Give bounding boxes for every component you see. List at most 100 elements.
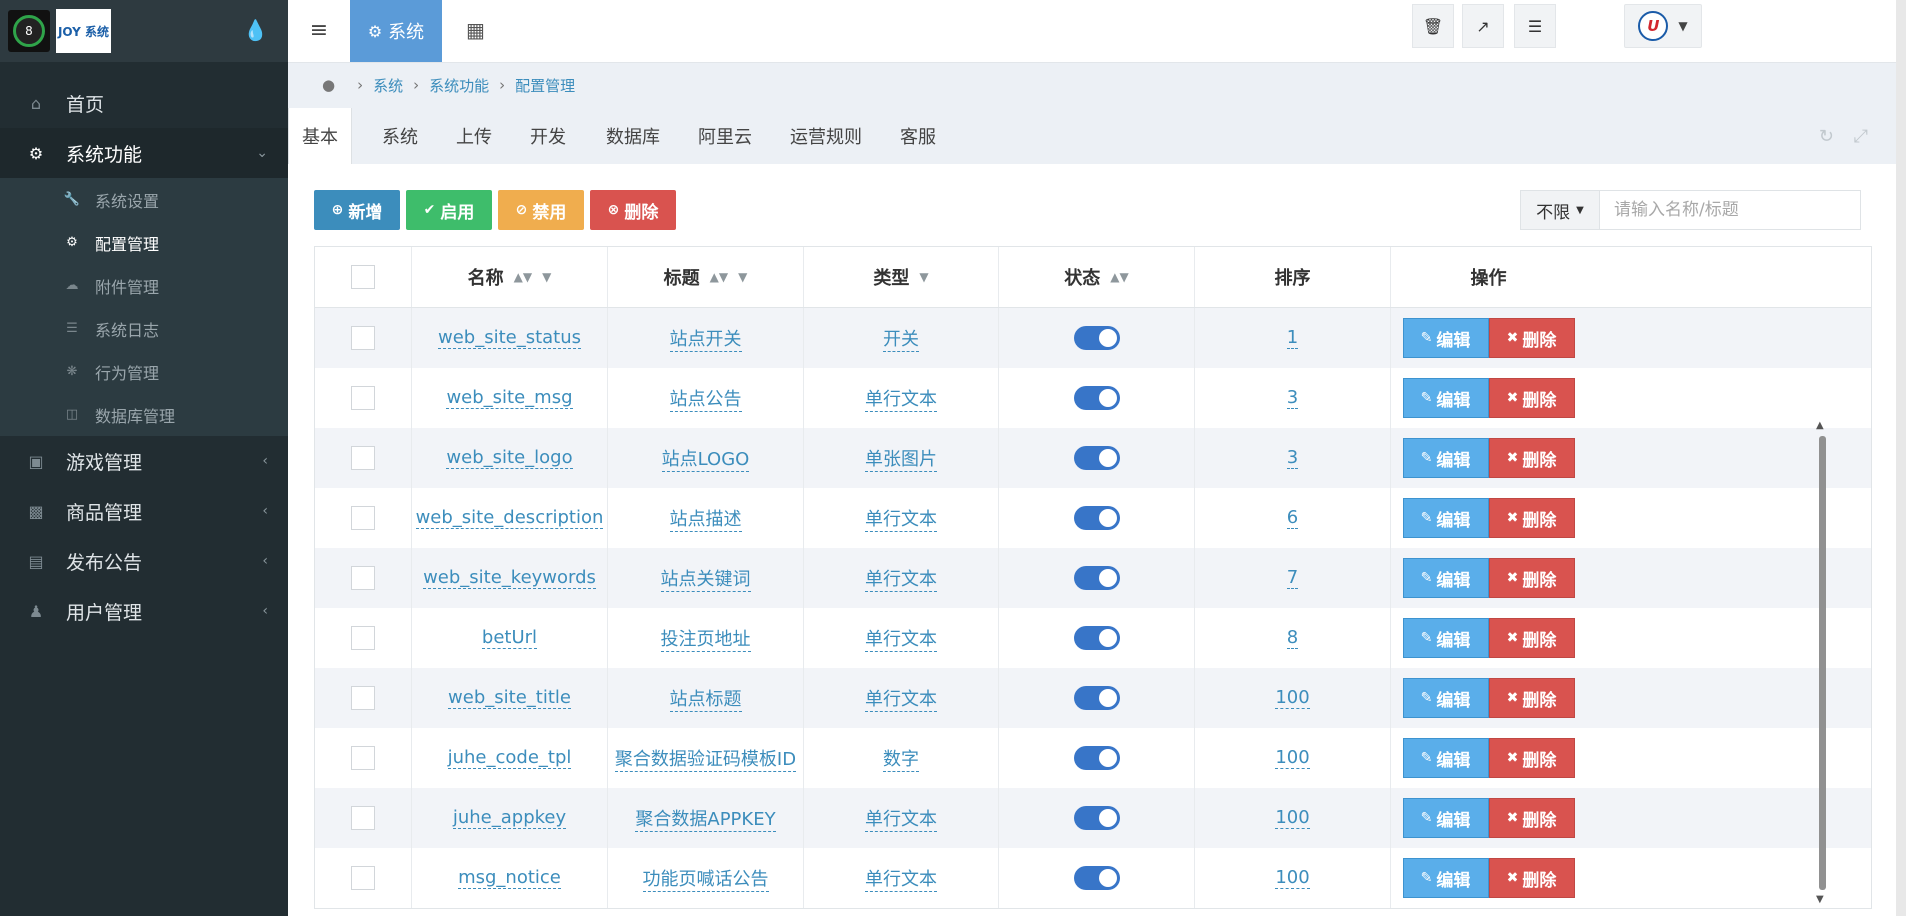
breadcrumb-item[interactable]: 系统 bbox=[373, 75, 403, 96]
row-delete-button[interactable]: ✖ 删除 bbox=[1488, 798, 1575, 838]
table-scrollbar[interactable] bbox=[1819, 436, 1826, 890]
row-delete-button[interactable]: ✖ 删除 bbox=[1488, 738, 1575, 778]
select-all-checkbox[interactable] bbox=[351, 265, 375, 289]
sidebar-item-attachments[interactable]: ☁ 附件管理 bbox=[0, 264, 288, 307]
edit-button[interactable]: ✎ 编辑 bbox=[1402, 498, 1489, 538]
tab-develop[interactable]: 开发 bbox=[530, 108, 566, 164]
sort-link[interactable]: 6 bbox=[1286, 507, 1299, 529]
row-checkbox[interactable] bbox=[351, 326, 375, 350]
title-link[interactable]: 站点LOGO bbox=[661, 445, 750, 472]
row-checkbox[interactable] bbox=[351, 566, 375, 590]
sort-link[interactable]: 3 bbox=[1286, 387, 1299, 409]
sort-link[interactable]: 8 bbox=[1286, 627, 1299, 649]
tab-upload[interactable]: 上传 bbox=[456, 108, 492, 164]
status-toggle[interactable] bbox=[1073, 866, 1120, 890]
sort-icon[interactable]: ▲▼ bbox=[514, 270, 532, 284]
title-link[interactable]: 站点描述 bbox=[669, 505, 742, 532]
tab-operation-rules[interactable]: 运营规则 bbox=[790, 108, 862, 164]
type-link[interactable]: 单行文本 bbox=[865, 565, 937, 592]
title-link[interactable]: 站点开关 bbox=[669, 325, 742, 352]
sidebar-item-announcements[interactable]: ▤ 发布公告 ‹ bbox=[0, 536, 288, 586]
status-toggle[interactable] bbox=[1073, 686, 1120, 710]
tab-basic[interactable]: 基本 bbox=[288, 108, 352, 164]
type-link[interactable]: 数字 bbox=[883, 745, 919, 772]
row-delete-button[interactable]: ✖ 删除 bbox=[1488, 318, 1575, 358]
scroll-down-arrow[interactable]: ▼ bbox=[1816, 894, 1824, 905]
row-delete-button[interactable]: ✖ 删除 bbox=[1488, 618, 1575, 658]
type-link[interactable]: 单行文本 bbox=[865, 505, 937, 532]
sort-link[interactable]: 100 bbox=[1275, 807, 1310, 829]
status-toggle[interactable] bbox=[1073, 566, 1120, 590]
sort-link[interactable]: 3 bbox=[1286, 447, 1299, 469]
type-link[interactable]: 单行文本 bbox=[865, 805, 937, 832]
status-toggle[interactable] bbox=[1073, 506, 1120, 530]
name-link[interactable]: web_site_title bbox=[448, 687, 571, 709]
edit-button[interactable]: ✎ 编辑 bbox=[1402, 318, 1489, 358]
tab-database[interactable]: 数据库 bbox=[606, 108, 660, 164]
status-toggle[interactable] bbox=[1073, 746, 1120, 770]
row-checkbox[interactable] bbox=[351, 866, 375, 890]
search-input[interactable] bbox=[1599, 190, 1861, 230]
row-delete-button[interactable]: ✖ 删除 bbox=[1488, 438, 1575, 478]
tab-aliyun[interactable]: 阿里云 bbox=[698, 108, 752, 164]
name-link[interactable]: web_site_msg bbox=[446, 387, 573, 409]
filter-dropdown[interactable]: 不限 ▼ bbox=[1520, 190, 1600, 230]
header-title[interactable]: 标题 ▲▼ ▼ bbox=[608, 247, 804, 307]
row-checkbox[interactable] bbox=[351, 626, 375, 650]
edit-button[interactable]: ✎ 编辑 bbox=[1402, 798, 1489, 838]
title-link[interactable]: 站点关键词 bbox=[660, 565, 751, 592]
edit-button[interactable]: ✎ 编辑 bbox=[1402, 678, 1489, 718]
status-toggle[interactable] bbox=[1073, 386, 1120, 410]
type-link[interactable]: 单张图片 bbox=[865, 445, 937, 472]
tab-system[interactable]: 系统 bbox=[382, 108, 418, 164]
row-checkbox[interactable] bbox=[351, 446, 375, 470]
edit-button[interactable]: ✎ 编辑 bbox=[1402, 438, 1489, 478]
refresh-icon[interactable]: ↻ bbox=[1819, 126, 1834, 147]
header-status[interactable]: 状态 ▲▼ bbox=[999, 247, 1195, 307]
title-link[interactable]: 聚合数据APPKEY bbox=[635, 805, 776, 832]
edit-button[interactable]: ✎ 编辑 bbox=[1402, 738, 1489, 778]
filter-icon[interactable]: ▼ bbox=[738, 270, 747, 284]
fullscreen-icon[interactable]: ⤢ bbox=[1854, 126, 1868, 147]
scroll-up-arrow[interactable]: ▲ bbox=[1816, 420, 1824, 431]
name-link[interactable]: web_site_logo bbox=[446, 447, 573, 469]
disable-button[interactable]: ⊘ 禁用 bbox=[498, 190, 584, 230]
title-link[interactable]: 投注页地址 bbox=[660, 625, 751, 652]
name-link[interactable]: msg_notice bbox=[458, 867, 561, 889]
name-link[interactable]: betUrl bbox=[481, 627, 538, 649]
name-link[interactable]: web_site_keywords bbox=[423, 567, 596, 589]
row-checkbox[interactable] bbox=[351, 806, 375, 830]
row-delete-button[interactable]: ✖ 删除 bbox=[1488, 378, 1575, 418]
sort-icon[interactable]: ▲▼ bbox=[1110, 270, 1128, 284]
row-delete-button[interactable]: ✖ 删除 bbox=[1488, 678, 1575, 718]
type-link[interactable]: 单行文本 bbox=[865, 625, 937, 652]
sidebar-item-goods-management[interactable]: ▩ 商品管理 ‹ bbox=[0, 486, 288, 536]
sort-link[interactable]: 7 bbox=[1286, 567, 1299, 589]
sidebar-item-game-management[interactable]: ▣ 游戏管理 ‹ bbox=[0, 436, 288, 486]
row-delete-button[interactable]: ✖ 删除 bbox=[1488, 498, 1575, 538]
title-link[interactable]: 聚合数据验证码模板ID bbox=[614, 745, 797, 772]
sort-link[interactable]: 100 bbox=[1275, 867, 1310, 889]
status-toggle[interactable] bbox=[1073, 626, 1120, 650]
add-button[interactable]: ⊕ 新增 bbox=[314, 190, 400, 230]
row-checkbox[interactable] bbox=[351, 506, 375, 530]
type-link[interactable]: 开关 bbox=[883, 325, 919, 352]
grid-apps-icon[interactable]: ▦ bbox=[466, 18, 485, 42]
sort-link[interactable]: 100 bbox=[1275, 747, 1310, 769]
sidebar-item-user-management[interactable]: ♟ 用户管理 ‹ bbox=[0, 586, 288, 636]
breadcrumb-item[interactable]: 系统功能 bbox=[429, 75, 489, 96]
name-link[interactable]: web_site_status bbox=[437, 327, 582, 349]
sidebar-item-system-log[interactable]: ☰ 系统日志 bbox=[0, 307, 288, 350]
row-checkbox[interactable] bbox=[351, 686, 375, 710]
tab-customer-service[interactable]: 客服 bbox=[900, 108, 936, 164]
header-type[interactable]: 类型 ▼ bbox=[804, 247, 999, 307]
status-toggle[interactable] bbox=[1073, 806, 1120, 830]
sidebar-item-behavior[interactable]: ❋ 行为管理 bbox=[0, 350, 288, 393]
filter-icon[interactable]: ▼ bbox=[919, 270, 928, 284]
header-name[interactable]: 名称 ▲▼ ▼ bbox=[412, 247, 608, 307]
name-link[interactable]: juhe_code_tpl bbox=[447, 747, 572, 769]
row-checkbox[interactable] bbox=[351, 386, 375, 410]
type-link[interactable]: 单行文本 bbox=[865, 385, 937, 412]
edit-button[interactable]: ✎ 编辑 bbox=[1402, 858, 1489, 898]
sidebar-item-system-settings[interactable]: 🔧 系统设置 bbox=[0, 178, 288, 221]
